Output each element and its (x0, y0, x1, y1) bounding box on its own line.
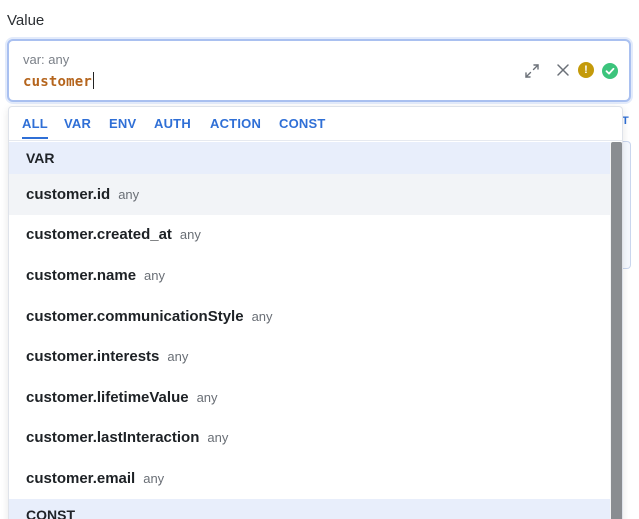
list-item[interactable]: customer.communicationStyle any (9, 296, 610, 337)
item-type: any (251, 308, 273, 324)
item-type: any (144, 267, 166, 283)
list-item[interactable]: customer.created_at any (9, 215, 610, 256)
tab-const[interactable]: CONST (279, 116, 326, 131)
item-name: customer.communicationStyle (26, 307, 244, 325)
list-item[interactable]: customer.lastInteraction any (9, 418, 610, 459)
tab-action[interactable]: ACTION (210, 116, 261, 131)
field-label: Value (7, 12, 45, 29)
section-header-const: CONST (9, 498, 610, 519)
item-type: any (167, 349, 189, 365)
item-name: customer.lifetimeValue (26, 388, 189, 406)
item-name: customer.name (26, 266, 137, 284)
list-item[interactable]: customer.id any (9, 174, 610, 215)
type-hint: var: any (23, 52, 70, 67)
item-name: customer.interests (26, 348, 160, 366)
text-caret (93, 72, 95, 89)
filter-tabs: ALL VAR ENV AUTH ACTION CONST (9, 107, 622, 141)
list-item[interactable]: customer.name any (9, 255, 610, 296)
expand-icon[interactable] (523, 62, 541, 80)
autocomplete-dropdown: ALL VAR ENV AUTH ACTION CONST VAR custom… (8, 106, 623, 519)
close-icon[interactable] (556, 63, 570, 77)
tab-auth[interactable]: AUTH (154, 116, 191, 131)
item-type: any (196, 389, 218, 405)
list-item[interactable]: customer.interests any (9, 336, 610, 377)
item-name: customer.id (26, 185, 111, 203)
background-tab-fragment: T (622, 115, 629, 127)
item-name: customer.lastInteraction (26, 429, 200, 447)
section-header-var: VAR (9, 142, 610, 174)
check-circle-icon (602, 63, 618, 79)
suggestion-list: VAR customer.id any customer.created_at … (9, 142, 610, 519)
item-name: customer.email (26, 469, 136, 487)
item-type: any (207, 430, 229, 446)
warning-icon: ! (578, 62, 594, 78)
item-name: customer.created_at (26, 226, 172, 244)
list-item[interactable]: customer.lifetimeValue any (9, 377, 610, 418)
item-type: any (179, 227, 201, 243)
item-type: any (143, 470, 165, 486)
item-type: any (118, 186, 140, 202)
tab-var[interactable]: VAR (64, 116, 91, 131)
tab-all[interactable]: ALL (22, 116, 48, 139)
list-item[interactable]: customer.email any (9, 458, 610, 499)
scrollbar[interactable] (610, 142, 622, 519)
input-value-text[interactable]: customer (23, 72, 95, 90)
tab-env[interactable]: ENV (109, 116, 136, 131)
scrollbar-thumb[interactable] (611, 142, 622, 519)
value-input[interactable]: var: any customer ! (7, 39, 631, 102)
